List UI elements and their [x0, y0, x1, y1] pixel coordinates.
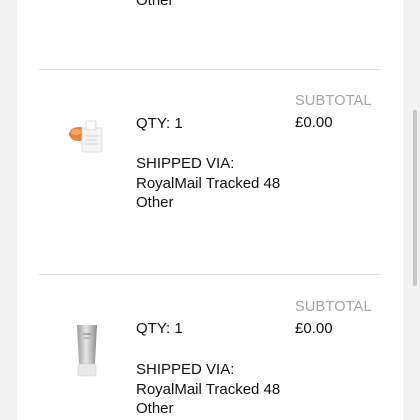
product-tube-thumbnail[interactable] — [74, 324, 100, 378]
top-item-carrier-other: Other — [136, 0, 174, 9]
item-quantity: QTY: 1 — [136, 115, 183, 132]
item-quantity: QTY: 1 — [136, 320, 183, 337]
carrier-name: RoyalMail Tracked 48 — [136, 381, 281, 398]
subtotal-label: SUBTOTAL — [295, 93, 372, 109]
order-items-card: Other QTY: 1 SHIPPED VIA: RoyalMail Trac… — [17, 0, 403, 420]
scrollbar[interactable] — [413, 110, 417, 286]
subtotal-label: SUBTOTAL — [295, 299, 372, 315]
carrier-other: Other — [136, 194, 174, 211]
divider — [39, 274, 381, 275]
carrier-other: Other — [136, 400, 174, 417]
carrier-name: RoyalMail Tracked 48 — [136, 175, 281, 192]
product-sachet-thumbnail[interactable] — [65, 116, 105, 156]
subtotal-value: £0.00 — [295, 114, 333, 131]
divider — [39, 69, 381, 70]
shipped-via-label: SHIPPED VIA: — [136, 155, 235, 172]
subtotal-value: £0.00 — [295, 320, 333, 337]
shipped-via-label: SHIPPED VIA: — [136, 361, 235, 378]
